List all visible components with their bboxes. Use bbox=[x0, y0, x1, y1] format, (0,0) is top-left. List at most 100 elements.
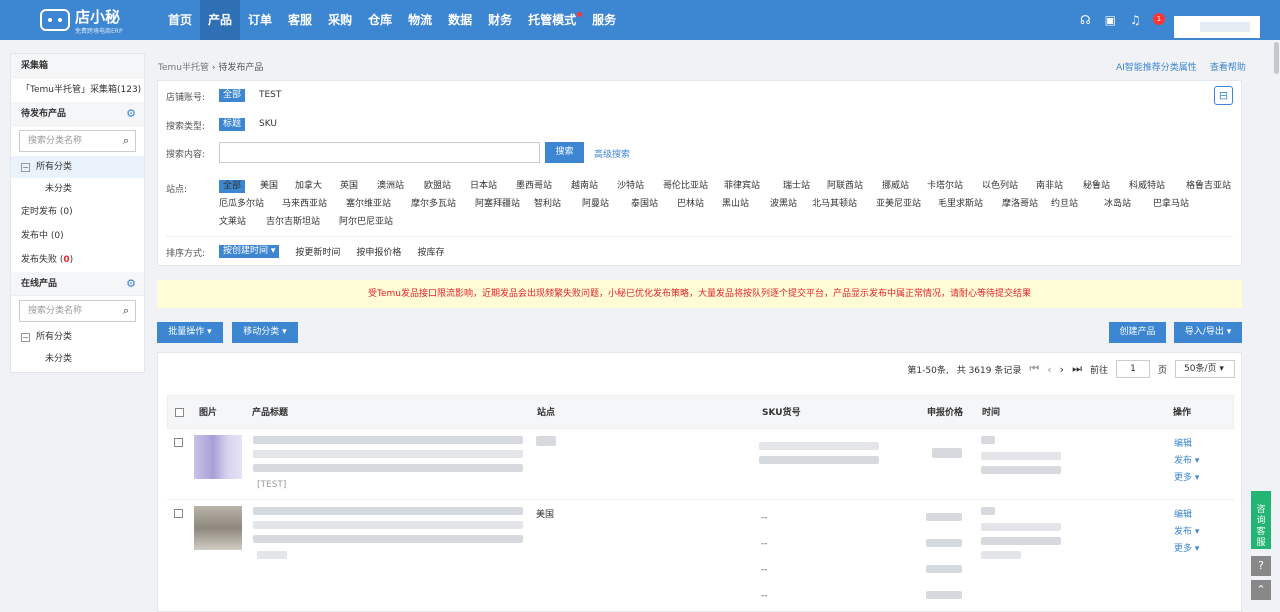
site-option[interactable]: 以色列站 bbox=[982, 180, 1018, 193]
site-option[interactable]: 秘鲁站 bbox=[1083, 180, 1110, 193]
site-option[interactable]: 菲律宾站 bbox=[724, 180, 760, 193]
site-option[interactable]: 黑山站 bbox=[722, 198, 749, 211]
tree-item-all-categories-online[interactable]: − 所有分类 bbox=[11, 326, 144, 348]
nav-customer-service[interactable]: 客服 bbox=[280, 0, 320, 40]
sidebar-item-publishing[interactable]: 发布中 (0) bbox=[11, 224, 144, 248]
nav-logistics[interactable]: 物流 bbox=[400, 0, 440, 40]
last-page-icon[interactable]: ⏭ bbox=[1072, 362, 1082, 376]
row-checkbox[interactable] bbox=[174, 509, 183, 518]
advanced-search-link[interactable]: 高级搜索 bbox=[594, 147, 630, 160]
move-category-button[interactable]: 移动分类 ▾ bbox=[232, 322, 298, 343]
site-option[interactable]: 阿塞拜疆站 bbox=[475, 198, 520, 211]
site-option[interactable]: 吉尔吉斯坦站 bbox=[266, 216, 320, 229]
sort-by-stock[interactable]: 按库存 bbox=[417, 245, 444, 258]
site-option[interactable]: 亚美尼亚站 bbox=[876, 198, 921, 211]
site-option[interactable]: 摩尔多瓦站 bbox=[411, 198, 456, 211]
site-option[interactable]: 厄瓜多尔站 bbox=[219, 198, 264, 211]
search-type-sku[interactable]: SKU bbox=[259, 119, 277, 129]
site-option[interactable]: 巴拿马站 bbox=[1153, 198, 1189, 211]
site-option[interactable]: 塞尔维亚站 bbox=[346, 198, 391, 211]
category-search-input[interactable]: 搜索分类名称 ⌕ bbox=[19, 130, 136, 152]
online-category-search-input[interactable]: 搜索分类名称 ⌕ bbox=[19, 300, 136, 322]
shop-filter-all[interactable]: 全部 bbox=[219, 89, 246, 102]
sort-by-updated[interactable]: 按更新时间 bbox=[295, 245, 340, 258]
site-option[interactable]: 阿曼站 bbox=[582, 198, 609, 211]
sidebar-item-failed[interactable]: 发布失败 (0) bbox=[11, 248, 144, 272]
site-option[interactable]: 沙特站 bbox=[617, 180, 644, 193]
tree-item-uncategorized-online[interactable]: 未分类 bbox=[11, 348, 144, 370]
nav-products[interactable]: 产品 bbox=[200, 0, 241, 40]
tree-item-all-categories[interactable]: − 所有分类 bbox=[11, 156, 144, 178]
search-type-title[interactable]: 标题 bbox=[219, 118, 246, 131]
site-option[interactable]: 越南站 bbox=[571, 180, 598, 193]
more-dropdown[interactable]: 更多 ▾ bbox=[1174, 541, 1199, 554]
per-page-select[interactable]: 50条/页 ▾ bbox=[1175, 360, 1235, 378]
publish-dropdown[interactable]: 发布 ▾ bbox=[1174, 524, 1199, 537]
collapse-icon[interactable]: − bbox=[21, 162, 30, 172]
first-page-icon[interactable]: ⏮ bbox=[1029, 362, 1039, 376]
site-option[interactable]: 英国 bbox=[340, 180, 358, 193]
collapse-icon[interactable]: − bbox=[21, 332, 30, 342]
publish-dropdown[interactable]: 发布 ▾ bbox=[1174, 453, 1199, 466]
site-option[interactable]: 科威特站 bbox=[1129, 180, 1165, 193]
help-link[interactable]: 查看帮助 bbox=[1210, 60, 1246, 73]
site-option[interactable]: 瑞士站 bbox=[783, 180, 810, 193]
site-option[interactable]: 阿联酋站 bbox=[827, 180, 863, 193]
scrollbar-thumb[interactable] bbox=[1274, 42, 1279, 74]
page-scrollbar[interactable] bbox=[1273, 40, 1280, 612]
search-icon[interactable]: ⌕ bbox=[123, 131, 129, 151]
breadcrumb-root[interactable]: Temu半托管 bbox=[158, 63, 209, 73]
nav-finance[interactable]: 财务 bbox=[480, 0, 520, 40]
nav-warehouse[interactable]: 仓库 bbox=[360, 0, 400, 40]
shop-filter-test[interactable]: TEST bbox=[259, 90, 281, 100]
import-export-button[interactable]: 导入/导出 ▾ bbox=[1174, 322, 1242, 343]
site-option[interactable]: 澳洲站 bbox=[377, 180, 404, 193]
gear-icon[interactable]: ⚙ bbox=[126, 272, 136, 296]
select-all-checkbox[interactable] bbox=[175, 408, 184, 417]
site-option[interactable]: 哥伦比亚站 bbox=[663, 180, 708, 193]
site-option[interactable]: 欧盟站 bbox=[424, 180, 451, 193]
page-number-input[interactable]: 1 bbox=[1115, 360, 1150, 378]
edit-link[interactable]: 编辑 bbox=[1174, 507, 1199, 520]
headset-icon[interactable]: ☊ bbox=[1080, 13, 1091, 27]
site-option[interactable]: 日本站 bbox=[470, 180, 497, 193]
ai-recommend-link[interactable]: AI智能推荐分类属性 bbox=[1116, 60, 1197, 73]
site-option[interactable]: 智利站 bbox=[534, 198, 561, 211]
help-question-icon[interactable]: ? bbox=[1251, 556, 1271, 576]
site-option[interactable]: 墨西哥站 bbox=[516, 180, 552, 193]
nav-home[interactable]: 首页 bbox=[160, 0, 200, 40]
brand-logo[interactable]: 店小秘 免费跨境电商ERP bbox=[40, 5, 140, 35]
sidebar-item-collect-box[interactable]: 「Temu半托管」采集箱(123) bbox=[11, 78, 144, 102]
sidebar-item-scheduled[interactable]: 定时发布 (0) bbox=[11, 200, 144, 224]
nav-managed-mode[interactable]: 托管模式 bbox=[520, 0, 584, 40]
site-option[interactable]: 全部 bbox=[219, 180, 246, 193]
row-checkbox[interactable] bbox=[174, 438, 183, 447]
site-option[interactable]: 阿尔巴尼亚站 bbox=[339, 216, 393, 229]
search-button[interactable]: 搜索 bbox=[545, 142, 584, 163]
product-thumbnail[interactable] bbox=[194, 506, 242, 550]
site-option[interactable]: 摩洛哥站 bbox=[1002, 198, 1038, 211]
product-thumbnail[interactable] bbox=[194, 435, 242, 479]
sort-by-created[interactable]: 按创建时间 bbox=[219, 245, 280, 258]
batch-actions-button[interactable]: 批量操作 ▾ bbox=[157, 322, 223, 343]
site-option[interactable]: 马来西亚站 bbox=[282, 198, 327, 211]
site-option[interactable]: 南非站 bbox=[1036, 180, 1063, 193]
search-content-input[interactable] bbox=[219, 142, 540, 163]
nav-orders[interactable]: 订单 bbox=[240, 0, 280, 40]
site-option[interactable]: 泰国站 bbox=[631, 198, 658, 211]
more-dropdown[interactable]: 更多 ▾ bbox=[1174, 470, 1199, 483]
book-icon[interactable]: ▣ bbox=[1105, 13, 1116, 27]
site-option[interactable]: 卡塔尔站 bbox=[927, 180, 963, 193]
site-option[interactable]: 文莱站 bbox=[219, 216, 246, 229]
site-option[interactable]: 冰岛站 bbox=[1104, 198, 1131, 211]
prev-page-icon[interactable]: ‹ bbox=[1047, 363, 1051, 376]
sort-by-price[interactable]: 按申报价格 bbox=[356, 245, 401, 258]
collapse-filter-icon[interactable]: ⊟ bbox=[1214, 86, 1233, 105]
consult-service-button[interactable]: 咨询客服 bbox=[1251, 491, 1271, 549]
nav-data[interactable]: 数据 bbox=[440, 0, 480, 40]
site-option[interactable]: 毛里求斯站 bbox=[938, 198, 983, 211]
tree-item-uncategorized[interactable]: 未分类 bbox=[11, 178, 144, 200]
nav-services[interactable]: 服务 bbox=[584, 0, 624, 40]
back-to-top-icon[interactable]: ⌃ bbox=[1251, 580, 1271, 600]
nav-purchase[interactable]: 采购 bbox=[320, 0, 360, 40]
